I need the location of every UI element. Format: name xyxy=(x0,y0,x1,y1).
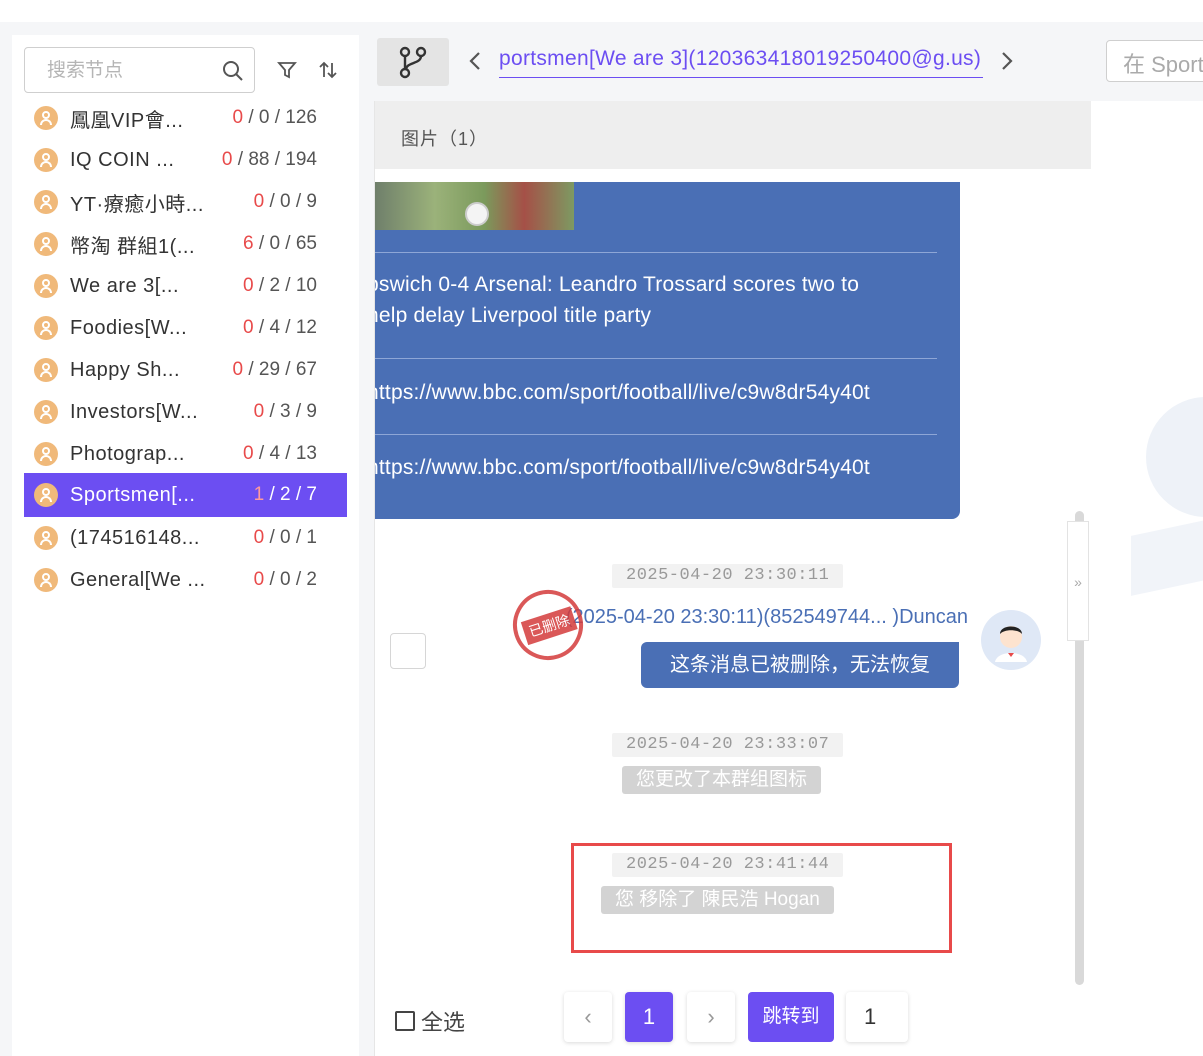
group-avatar-icon xyxy=(34,526,58,550)
node-item-selected[interactable]: Sportsmen[... 1 / 2 / 7 xyxy=(24,473,347,517)
node-item[interactable]: IQ COIN ... 0 / 88 / 194 xyxy=(24,139,347,181)
decorative-shape xyxy=(1131,506,1203,596)
user-avatar[interactable] xyxy=(981,610,1041,670)
node-search-input[interactable] xyxy=(35,56,229,86)
next-page-button[interactable]: › xyxy=(687,992,735,1042)
group-avatar-icon xyxy=(34,568,58,592)
branch-icon xyxy=(399,46,427,79)
person-icon xyxy=(995,626,1027,662)
node-search-box[interactable] xyxy=(24,47,255,93)
node-name: General[We ... xyxy=(70,568,206,591)
news-thumbnail[interactable] xyxy=(375,182,574,230)
node-counts: 0 / 29 / 67 xyxy=(232,359,317,380)
ball-image xyxy=(465,202,489,226)
group-avatar-icon xyxy=(34,358,58,382)
link-preview-bubble[interactable]: pswich 0-4 Arsenal: Leandro Trossard sco… xyxy=(375,182,960,519)
node-name: (174516148... xyxy=(70,526,200,549)
group-avatar-icon xyxy=(34,483,58,507)
page-1-button[interactable]: 1 xyxy=(625,992,673,1042)
news-title-line1: pswich 0-4 Arsenal: Leandro Trossard sco… xyxy=(375,273,860,296)
node-counts: 0 / 0 / 1 xyxy=(253,527,317,548)
chat-title-link[interactable]: portsmen[We are 3](120363418019250400@g.… xyxy=(499,47,983,78)
node-counts: 0 / 0 / 2 xyxy=(253,569,317,590)
divider xyxy=(375,434,937,435)
filter-icon[interactable] xyxy=(276,59,298,81)
node-name: Happy Sh... xyxy=(70,358,181,381)
chat-panel: 图片（1） pswich 0-4 Arsenal: Leandro Trossa… xyxy=(374,101,1091,1056)
group-avatar-icon xyxy=(34,106,58,130)
system-message: 您更改了本群组图标 xyxy=(622,766,822,794)
node-counts: 0 / 88 / 194 xyxy=(221,149,317,170)
deleted-message-bubble[interactable]: 这条消息已被删除，无法恢复 xyxy=(641,642,959,688)
chat-search-input[interactable]: 在 Sportsmen xyxy=(1106,40,1203,82)
node-name: YT·療癒小時... xyxy=(70,193,204,216)
select-all-label: 全选 xyxy=(421,1010,466,1035)
node-counts: 0 / 4 / 12 xyxy=(243,317,317,338)
node-item[interactable]: 幣淘 群組1(... 6 / 0 / 65 xyxy=(24,223,347,265)
group-avatar-icon xyxy=(34,190,58,214)
news-link[interactable]: https://www.bbc.com/sport/football/live/… xyxy=(375,377,947,408)
message-timestamp: 2025-04-20 23:33:07 xyxy=(612,733,844,757)
news-link[interactable]: https://www.bbc.com/sport/football/live/… xyxy=(375,452,947,483)
message-timestamp: 2025-04-20 23:41:44 xyxy=(612,853,844,877)
node-name: IQ COIN ... xyxy=(70,148,175,171)
node-name: 幣淘 群組1(... xyxy=(70,235,196,258)
node-sidebar: 鳳凰VIP會... 0 / 0 / 126 IQ COIN ... 0 / 88 /… xyxy=(12,35,359,1056)
node-counts: 0 / 4 / 13 xyxy=(243,443,317,464)
branch-button[interactable] xyxy=(377,38,449,86)
node-item[interactable]: We are 3[... 0 / 2 / 10 xyxy=(24,265,347,307)
node-item[interactable]: Foodies[W... 0 / 4 / 12 xyxy=(24,307,347,349)
message-timestamp: 2025-04-20 23:30:11 xyxy=(612,564,844,588)
right-panel xyxy=(1090,101,1203,1056)
node-counts: 0 / 0 / 126 xyxy=(232,107,317,128)
node-name: Foodies[W... xyxy=(70,316,188,339)
node-counts: 6 / 0 / 65 xyxy=(243,233,317,254)
collapse-panel-icon[interactable]: » xyxy=(1067,521,1089,641)
node-counts: 1 / 2 / 7 xyxy=(253,484,317,505)
group-avatar-icon xyxy=(34,148,58,172)
group-avatar-icon xyxy=(34,232,58,256)
select-all-checkbox[interactable] xyxy=(395,1011,415,1031)
deleted-stamp-icon: 已删除 xyxy=(503,580,593,670)
jump-page-input[interactable]: 1 xyxy=(846,992,908,1042)
node-item[interactable]: Investors[W... 0 / 3 / 9 xyxy=(24,391,347,433)
system-message: 您 移除了 陳民浩 Hogan xyxy=(601,886,834,914)
sort-icon[interactable] xyxy=(317,59,339,81)
node-item[interactable]: General[We ... 0 / 0 / 2 xyxy=(24,559,347,601)
node-counts: 0 / 0 / 9 xyxy=(253,191,317,212)
node-item[interactable]: 鳳凰VIP會... 0 / 0 / 126 xyxy=(24,97,347,139)
news-title-line2: help delay Liverpool title party xyxy=(375,304,652,327)
node-counts: 0 / 3 / 9 xyxy=(253,401,317,422)
group-avatar-icon xyxy=(34,274,58,298)
select-all[interactable]: 全选 xyxy=(395,1006,465,1036)
divider xyxy=(375,252,937,253)
node-name: Sportsmen[... xyxy=(70,483,196,506)
group-avatar-icon xyxy=(34,400,58,424)
node-item[interactable]: Happy Sh... 0 / 29 / 67 xyxy=(24,349,347,391)
node-item[interactable]: YT·療癒小時... 0 / 0 / 9 xyxy=(24,181,347,223)
stamp-label: 已删除 xyxy=(520,606,578,646)
prev-page-button[interactable]: ‹ xyxy=(564,992,612,1042)
divider xyxy=(375,358,937,359)
top-strip xyxy=(0,0,1203,22)
message-sender: (2025-04-20 23:30:11)(852549744... )Dunc… xyxy=(565,606,968,628)
node-name: Photograp... xyxy=(70,442,185,465)
node-name: 鳳凰VIP會... xyxy=(70,109,184,132)
node-counts: 0 / 2 / 10 xyxy=(243,275,317,296)
node-item[interactable]: (174516148... 0 / 0 / 1 xyxy=(24,517,347,559)
node-name: We are 3[... xyxy=(70,274,180,297)
node-name: Investors[W... xyxy=(70,400,199,423)
jump-to-button[interactable]: 跳转到 xyxy=(748,992,834,1042)
decorative-shape xyxy=(1146,397,1203,517)
group-avatar-icon xyxy=(34,442,58,466)
chevron-right-icon[interactable] xyxy=(998,50,1016,72)
search-icon[interactable] xyxy=(222,60,244,82)
node-item[interactable]: Photograp... 0 / 4 / 13 xyxy=(24,433,347,475)
images-header[interactable]: 图片（1） xyxy=(375,101,1091,169)
message-select-checkbox[interactable] xyxy=(390,633,426,669)
chevron-left-icon[interactable] xyxy=(466,50,484,72)
group-avatar-icon xyxy=(34,316,58,340)
